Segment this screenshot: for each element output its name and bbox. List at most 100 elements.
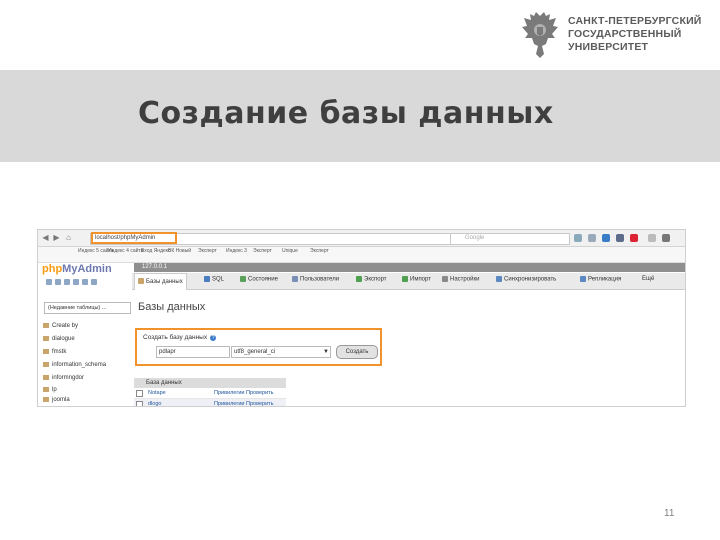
forward-icon[interactable]: ▶ xyxy=(52,233,61,242)
sidebar-db-label: information_schema xyxy=(52,362,107,369)
bookmark-star-icon[interactable] xyxy=(574,234,582,242)
sidebar-db-item[interactable]: information_schema xyxy=(43,362,106,368)
tab-label: Ещё xyxy=(642,276,655,282)
gear-icon xyxy=(442,276,448,282)
back-icon[interactable]: ◀ xyxy=(41,233,50,242)
help-icon[interactable] xyxy=(64,279,70,285)
tab-sql[interactable]: SQL xyxy=(204,276,224,283)
home-icon[interactable]: ⌂ xyxy=(64,233,73,242)
collation-value: utf8_general_ci xyxy=(234,349,276,355)
tab-more[interactable]: Ещё xyxy=(642,276,654,282)
phpmyadmin-logo[interactable]: phpMyAdmin xyxy=(42,263,112,275)
sidebar-db-item[interactable]: joomla xyxy=(43,397,70,403)
create-button[interactable]: Создать xyxy=(336,345,378,359)
slide-title: Создание базы данных xyxy=(138,96,554,131)
sidebar-db-item[interactable]: Create by xyxy=(43,323,78,329)
home-icon[interactable] xyxy=(46,279,52,285)
url-highlight xyxy=(91,232,177,244)
tab-databases[interactable]: Базы данных xyxy=(134,273,187,290)
sidebar-db-label: lp xyxy=(52,387,57,394)
bookmark[interactable]: ВК Новый xyxy=(168,248,191,254)
bookmark[interactable]: Эксперт xyxy=(253,248,272,254)
table-row: dlogo Привилегии Проверить xyxy=(134,399,286,406)
sidebar-db-item[interactable]: fmstk xyxy=(43,349,66,355)
bookmark[interactable]: Unique xyxy=(282,248,298,254)
sidebar-db-item[interactable]: lp xyxy=(43,387,57,393)
db-name-link[interactable]: dlogo xyxy=(148,399,161,406)
create-db-label: Создать базу данных? xyxy=(143,334,217,341)
search-box[interactable]: Google xyxy=(450,233,570,245)
logo-prefix: php xyxy=(42,263,63,275)
tab-status[interactable]: Состояние xyxy=(240,276,278,283)
pocket-icon[interactable] xyxy=(616,234,624,242)
settings-icon[interactable] xyxy=(82,279,88,285)
bookmark[interactable]: Эксперт xyxy=(198,248,217,254)
row-checkbox[interactable] xyxy=(136,390,143,397)
logo-brand: MyAdmin xyxy=(62,263,112,275)
privileges-link[interactable]: Привилегии Проверить xyxy=(214,399,274,406)
phpmyadmin-screenshot: ◀ ▶ ⌂ localhost/phpMyAdmin Google Индекс… xyxy=(37,229,686,407)
tab-replication[interactable]: Репликация xyxy=(580,276,621,283)
tab-import[interactable]: Импорт xyxy=(402,276,431,283)
recent-tables-select[interactable]: (Недавние таблицы) ... xyxy=(44,302,131,314)
export-icon xyxy=(356,276,362,282)
tab-label: Импорт xyxy=(410,276,431,283)
bookmarks-bar: Индекс 5 сайта Индекс 4 сайта Вход Яндек… xyxy=(38,247,685,263)
bookmark[interactable]: Индекс 3 xyxy=(226,248,247,254)
sidebar-db-item[interactable]: informngdor xyxy=(43,375,84,381)
docs-icon[interactable] xyxy=(73,279,79,285)
sidebar-icons xyxy=(46,279,100,287)
tab-label: SQL xyxy=(212,276,225,283)
tab-label: Базы данных xyxy=(146,279,183,285)
tab-settings[interactable]: Настройки xyxy=(442,276,479,283)
collation-select[interactable]: utf8_general_ci ▼ xyxy=(231,346,331,358)
row-checkbox[interactable] xyxy=(136,401,143,406)
create-db-label-text: Создать базу данных xyxy=(143,334,208,341)
download-arrow-icon[interactable] xyxy=(602,234,610,242)
server-label[interactable]: 127.0.0.1 xyxy=(142,263,167,272)
browser-toolbar: ◀ ▶ ⌂ localhost/phpMyAdmin Google xyxy=(38,230,685,247)
logout-icon[interactable] xyxy=(55,279,61,285)
db-name-link[interactable]: Notape xyxy=(148,388,166,398)
tab-label: Репликация xyxy=(588,276,622,283)
downloads-icon[interactable] xyxy=(588,234,596,242)
page-number: 11 xyxy=(664,508,675,519)
table-row: Notape Привилегии Проверить xyxy=(134,388,286,399)
page-heading: Базы данных xyxy=(138,301,206,313)
database-icon xyxy=(43,336,49,341)
menu-icon[interactable] xyxy=(662,234,670,242)
share-icon[interactable] xyxy=(648,234,656,242)
databases-table: База данных Notape Привилегии Проверить … xyxy=(134,378,286,406)
database-icon xyxy=(43,323,49,328)
database-icon xyxy=(43,397,49,402)
bookmark[interactable]: Индекс 4 сайта xyxy=(108,248,143,254)
help-icon[interactable]: ? xyxy=(210,335,217,341)
sidebar-db-item[interactable]: dialogue xyxy=(43,336,75,342)
adblock-icon[interactable] xyxy=(630,234,638,242)
database-icon xyxy=(43,387,49,392)
tab-sync[interactable]: Синхронизировать xyxy=(496,276,556,283)
database-icon xyxy=(138,278,144,285)
database-icon xyxy=(43,349,49,354)
bookmark[interactable]: Вход Яндекс xyxy=(141,248,171,254)
sidebar-db-label: dialogue xyxy=(52,336,75,343)
tab-label: Экспорт xyxy=(364,276,387,283)
server-breadcrumb: 127.0.0.1 xyxy=(134,263,685,272)
status-icon xyxy=(240,276,246,282)
sidebar-db-label: Create by xyxy=(52,323,79,330)
tab-export[interactable]: Экспорт xyxy=(356,276,387,283)
search-placeholder: Google xyxy=(465,235,485,241)
sidebar-db-label: fmstk xyxy=(52,349,67,356)
sql-icon xyxy=(204,276,210,282)
sidebar-db-label: joomla xyxy=(52,397,70,404)
main-tabs: Базы данных SQL Состояние Пользователи Э… xyxy=(132,273,685,290)
database-icon xyxy=(43,362,49,367)
database-icon xyxy=(43,375,49,380)
privileges-link[interactable]: Привилегии Проверить xyxy=(214,388,274,398)
db-name-input[interactable]: pdlapr xyxy=(156,346,230,358)
table-header[interactable]: База данных xyxy=(134,378,286,388)
users-icon xyxy=(292,276,298,282)
bookmark[interactable]: Эксперт xyxy=(310,248,329,254)
tab-users[interactable]: Пользователи xyxy=(292,276,339,283)
reload-icon[interactable] xyxy=(91,279,97,285)
